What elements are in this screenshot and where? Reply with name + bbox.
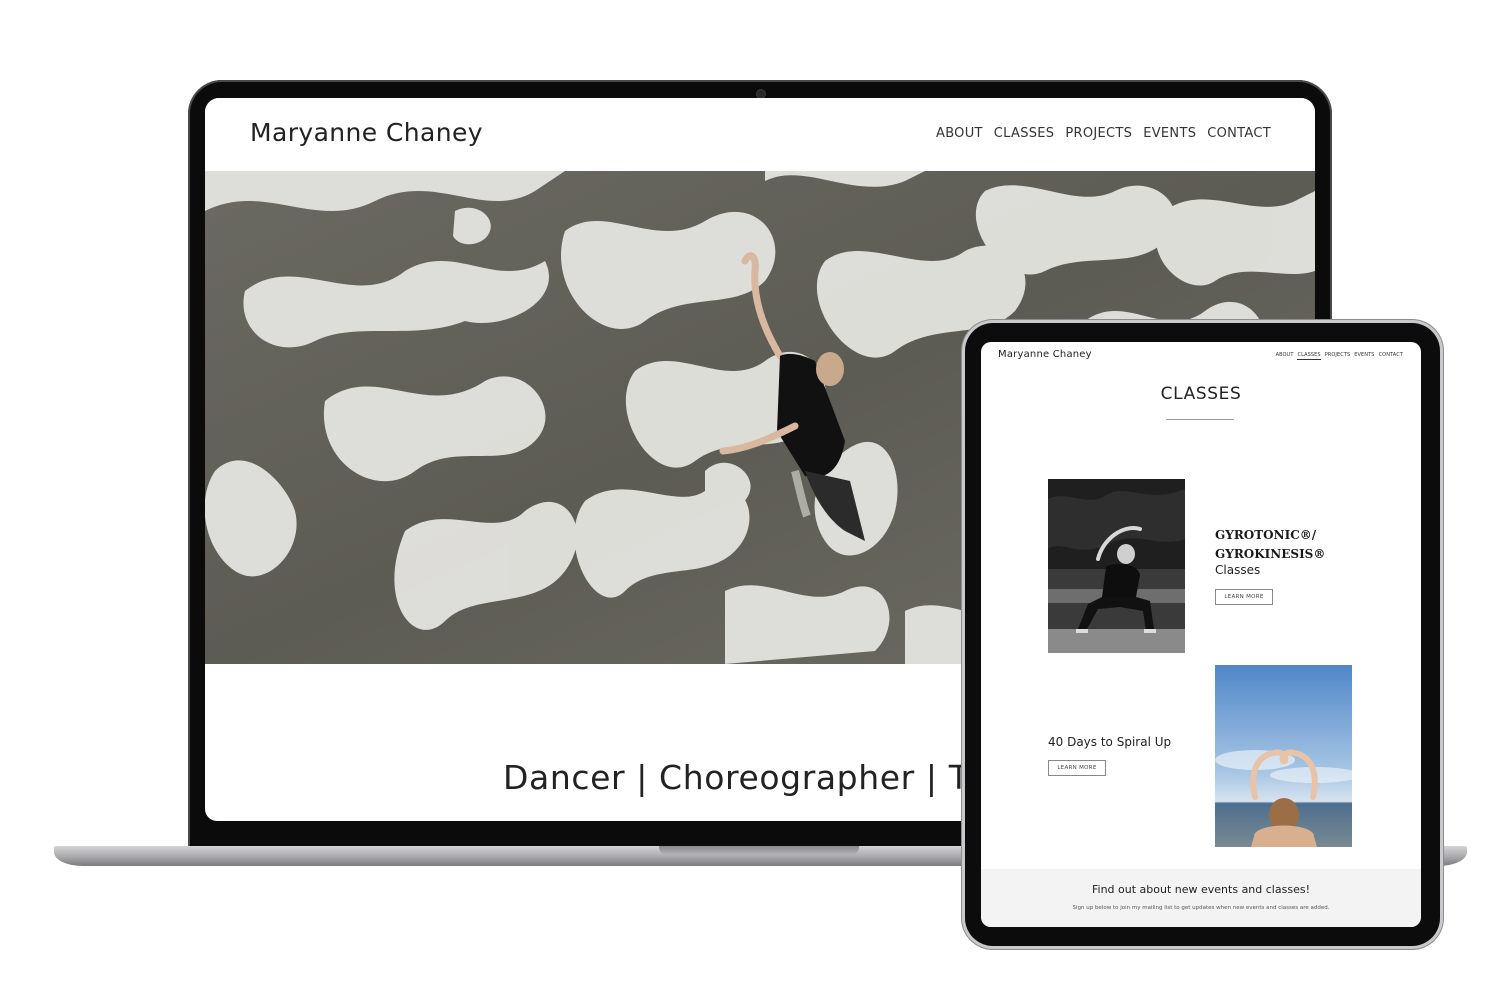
newsletter-title: Find out about new events and classes! xyxy=(1092,883,1310,896)
learn-more-button-gyrotonic[interactable]: LEARN MORE xyxy=(1215,589,1273,605)
nav-events[interactable]: EVENTS xyxy=(1143,126,1196,141)
main-nav: ABOUT CLASSES PROJECTS EVENTS CONTACT xyxy=(936,126,1271,141)
learn-more-button-spiral-up[interactable]: LEARN MORE xyxy=(1048,760,1106,776)
site-logo[interactable]: Maryanne Chaney xyxy=(250,118,483,147)
laptop-camera xyxy=(757,90,765,98)
site-header: Maryanne Chaney ABOUT CLASSES PROJECTS E… xyxy=(205,98,1315,171)
newsletter-subtitle: Sign up below to join my mailing list to… xyxy=(1072,905,1330,911)
tablet-site-logo[interactable]: Maryanne Chaney xyxy=(998,349,1092,360)
nav-contact[interactable]: CONTACT xyxy=(1207,126,1271,141)
class-title-line2: GYROKINESIS® xyxy=(1215,547,1326,561)
newsletter-section: Find out about new events and classes! S… xyxy=(981,869,1421,927)
class-title-spiral-up: 40 Days to Spiral Up xyxy=(1048,735,1172,749)
class-title-line1: GYROTONIC®/ xyxy=(1215,528,1317,542)
class-photo-gyrotonic xyxy=(1048,479,1185,653)
tablet-nav-events[interactable]: EVENTS xyxy=(1354,352,1374,360)
tablet-nav-classes[interactable]: CLASSES xyxy=(1297,352,1321,360)
nav-classes[interactable]: CLASSES xyxy=(994,126,1055,141)
tablet-nav: ABOUT CLASSES PROJECTS EVENTS CONTACT xyxy=(1276,352,1403,360)
class-title-gyrotonic: GYROTONIC®/ GYROKINESIS® xyxy=(1215,526,1355,564)
class-subtitle: Classes xyxy=(1215,563,1261,577)
title-divider xyxy=(1166,419,1234,420)
tablet-nav-contact[interactable]: CONTACT xyxy=(1379,352,1403,360)
class-photo-spiral-up xyxy=(1215,665,1352,847)
nav-about[interactable]: ABOUT xyxy=(936,126,983,141)
page-title: CLASSES xyxy=(1160,384,1242,404)
tablet-nav-about[interactable]: ABOUT xyxy=(1276,352,1294,360)
tablet-nav-projects[interactable]: PROJECTS xyxy=(1325,352,1351,360)
tablet-screen: Maryanne Chaney ABOUT CLASSES PROJECTS E… xyxy=(981,342,1421,927)
nav-projects[interactable]: PROJECTS xyxy=(1065,126,1132,141)
laptop-opening-notch xyxy=(659,846,859,855)
